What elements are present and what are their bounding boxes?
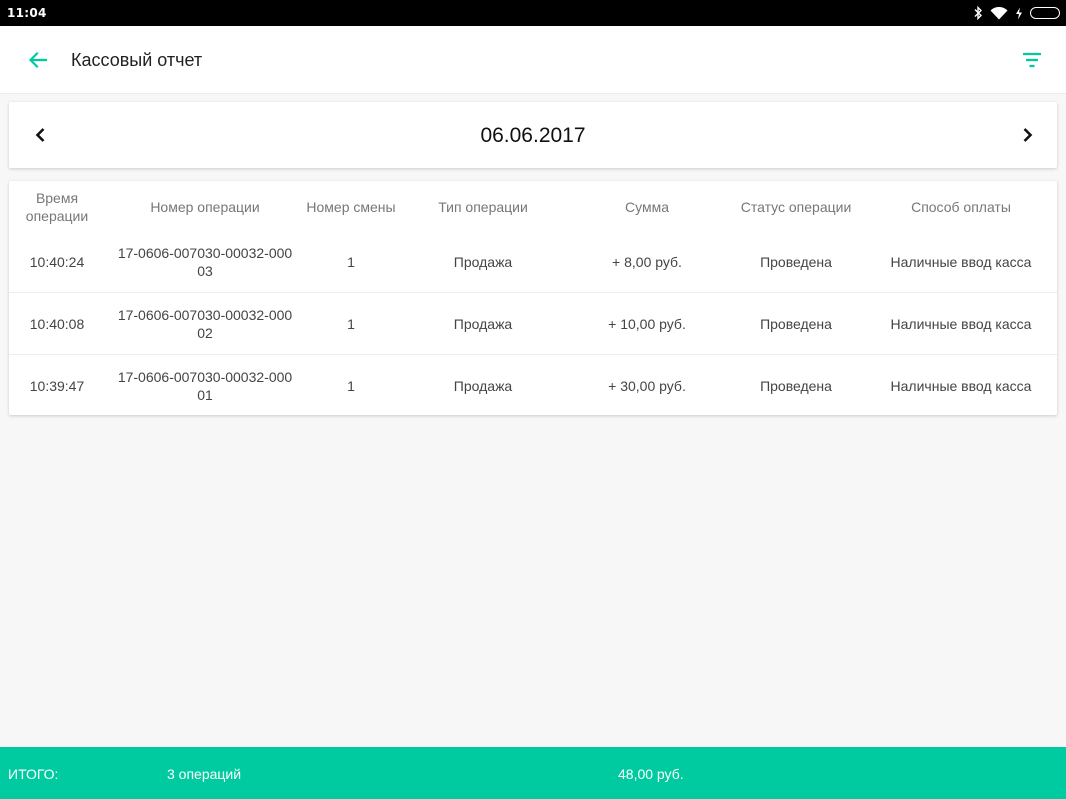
table-row[interactable]: 10:39:47 17-0606-007030-00032-00001 1 Пр… bbox=[9, 355, 1057, 417]
cell-shift: 1 bbox=[347, 378, 355, 394]
status-icons bbox=[973, 6, 1060, 20]
cell-op-type: Продажа bbox=[453, 315, 513, 332]
cell-time: 10:39:47 bbox=[29, 378, 85, 394]
totals-footer: ИТОГО: 3 операций 48,00 руб. bbox=[0, 747, 1066, 799]
table-header: Время операции Номер операции Номер смен… bbox=[9, 181, 1057, 231]
wifi-icon bbox=[990, 6, 1008, 19]
next-date-button[interactable] bbox=[1015, 123, 1039, 147]
cell-time: 10:40:08 bbox=[29, 315, 85, 332]
header-op-type: Тип операции bbox=[438, 199, 528, 215]
operations-count: 3 операций bbox=[167, 766, 242, 782]
header-sum: Сумма bbox=[625, 199, 669, 215]
cell-status: Проведена bbox=[760, 253, 832, 270]
total-label: ИТОГО: bbox=[8, 766, 59, 782]
cell-payment: Наличные ввод касса bbox=[890, 253, 1032, 270]
cell-time: 10:40:24 bbox=[29, 253, 85, 270]
table-row[interactable]: 10:40:08 17-0606-007030-00032-00002 1 Пр… bbox=[9, 293, 1057, 355]
operations-table: Время операции Номер операции Номер смен… bbox=[9, 181, 1057, 415]
back-button[interactable] bbox=[26, 48, 50, 72]
filter-button[interactable] bbox=[1020, 48, 1044, 72]
cell-op-number: 17-0606-007030-00032-00001 bbox=[117, 369, 293, 403]
header-payment: Способ оплаты bbox=[911, 199, 1011, 215]
cell-sum: + 30,00 руб. bbox=[608, 378, 686, 394]
charging-icon bbox=[1016, 7, 1022, 19]
date-navigator: 06.06.2017 bbox=[9, 102, 1057, 168]
bluetooth-icon bbox=[974, 6, 982, 20]
app-bar: Кассовый отчет bbox=[0, 26, 1066, 94]
battery-icon bbox=[1030, 7, 1060, 19]
cell-status: Проведена bbox=[760, 315, 832, 332]
status-bar: 11:04 bbox=[0, 0, 1066, 26]
total-sum: 48,00 руб. bbox=[618, 766, 684, 782]
table-row[interactable]: 10:40:24 17-0606-007030-00032-00003 1 Пр… bbox=[9, 231, 1057, 293]
cell-op-type: Продажа bbox=[453, 253, 513, 270]
cell-payment: Наличные ввод касса bbox=[890, 315, 1032, 332]
cell-op-type: Продажа bbox=[453, 378, 513, 394]
header-op-number: Номер операции bbox=[150, 199, 260, 215]
current-date: 06.06.2017 bbox=[480, 124, 586, 147]
header-time: Время операции bbox=[25, 190, 89, 224]
page-title: Кассовый отчет bbox=[71, 50, 203, 70]
filter-icon bbox=[1023, 52, 1041, 68]
cell-payment: Наличные ввод касса bbox=[890, 378, 1032, 394]
cell-status: Проведена bbox=[760, 378, 832, 394]
header-status: Статус операции bbox=[740, 199, 852, 215]
header-shift: Номер смены bbox=[306, 199, 396, 215]
chevron-right-icon bbox=[1023, 128, 1033, 142]
cell-sum: + 10,00 руб. bbox=[608, 315, 686, 332]
arrow-left-icon bbox=[28, 51, 48, 69]
cell-shift: 1 bbox=[347, 315, 355, 332]
cell-shift: 1 bbox=[347, 253, 355, 270]
cell-sum: + 8,00 руб. bbox=[612, 253, 682, 270]
status-time: 11:04 bbox=[7, 6, 47, 20]
cell-op-number: 17-0606-007030-00032-00002 bbox=[117, 306, 293, 341]
cell-op-number: 17-0606-007030-00032-00003 bbox=[117, 244, 293, 279]
